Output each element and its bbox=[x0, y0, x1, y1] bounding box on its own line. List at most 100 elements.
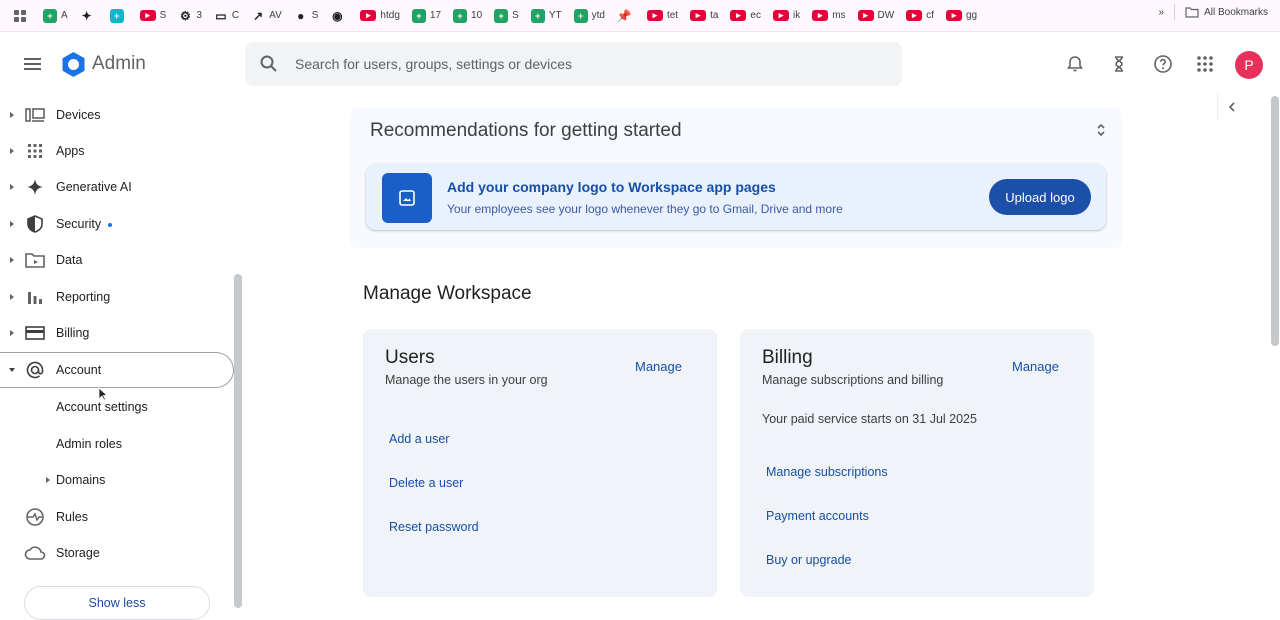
bookmark-item[interactable]: 📌 bbox=[612, 4, 640, 28]
youtube-icon: ▸ bbox=[690, 10, 707, 21]
bookmark-item[interactable]: ● S bbox=[289, 4, 324, 28]
bookmark-item[interactable]: ▸ ik bbox=[768, 4, 805, 28]
bookmarks-divider bbox=[1174, 4, 1176, 20]
sheets-icon: + bbox=[109, 8, 124, 23]
sidebar-item-rules[interactable]: Rules bbox=[0, 500, 234, 534]
status-dot-icon bbox=[108, 222, 113, 227]
sidebar-item-generative-ai[interactable]: Generative AI bbox=[0, 170, 234, 204]
sidebar-item-label: Reporting bbox=[56, 290, 111, 304]
sidebar-item-label: Apps bbox=[56, 144, 85, 158]
sidebar-item-billing[interactable]: Billing bbox=[0, 316, 234, 350]
github-icon: ◉ bbox=[332, 8, 343, 23]
pin-icon: 📌 bbox=[616, 8, 632, 23]
sidebar-item-account[interactable]: Account bbox=[0, 352, 234, 388]
bookmark-item[interactable]: ✦ bbox=[75, 4, 103, 28]
folder-icon bbox=[1185, 6, 1199, 18]
main-menu-icon[interactable] bbox=[20, 52, 46, 76]
youtube-icon: ▸ bbox=[139, 10, 156, 21]
bookmark-item[interactable]: ▸ cf bbox=[901, 4, 939, 28]
page-scrollbar[interactable] bbox=[1271, 96, 1279, 346]
sheets-icon: + bbox=[411, 8, 426, 23]
bookmark-item[interactable]: + ytd bbox=[569, 4, 610, 28]
sidebar-subitem-admin-roles[interactable]: Admin roles bbox=[56, 433, 122, 455]
buy-or-upgrade-link[interactable]: Buy or upgrade bbox=[766, 553, 851, 567]
brand-title[interactable]: Admin bbox=[92, 53, 146, 75]
sidebar-item-data[interactable]: Data bbox=[0, 243, 234, 277]
recommendation-subtext: Your employees see your logo whenever th… bbox=[447, 202, 843, 216]
google-apps-icon[interactable] bbox=[1193, 52, 1217, 76]
bookmark-item[interactable]: ▸ ta bbox=[685, 4, 723, 28]
bookmarks-bar: + A ✦ + ▸ S ⚙ 3 ▭ C ↗ AV ● S ◉ ▸ htdg +17 +10 +… bbox=[0, 0, 1280, 32]
billing-manage-link[interactable]: Manage bbox=[1012, 359, 1059, 374]
bookmark-item[interactable]: +17 bbox=[407, 4, 446, 28]
bookmark-item[interactable]: ▸ tet bbox=[642, 4, 683, 28]
bookmark-item[interactable]: +10 bbox=[448, 4, 487, 28]
bookmark-item[interactable]: + A bbox=[38, 4, 73, 28]
search-bar[interactable] bbox=[245, 42, 902, 86]
bookmark-item[interactable]: ▭ C bbox=[209, 4, 244, 28]
bookmark-item[interactable]: ↗ AV bbox=[246, 4, 287, 28]
bookmark-item[interactable]: ◉ bbox=[325, 4, 353, 28]
users-card: Users Manage the users in your org Manag… bbox=[363, 329, 717, 597]
reset-password-link[interactable]: Reset password bbox=[389, 520, 479, 534]
bookmark-item[interactable]: ▸ ec bbox=[725, 4, 766, 28]
admin-logo-icon[interactable] bbox=[60, 51, 87, 78]
caret-right-icon bbox=[8, 220, 16, 228]
hourglass-icon[interactable] bbox=[1107, 52, 1131, 76]
bookmark-apps[interactable] bbox=[8, 4, 36, 28]
sidebar-item-label: Generative AI bbox=[56, 180, 132, 194]
bookmark-item[interactable]: ▸ htdg bbox=[355, 4, 404, 28]
youtube-icon: ▸ bbox=[906, 10, 923, 21]
sidebar-item-label: Devices bbox=[56, 108, 101, 122]
bookmark-item[interactable]: ▸ ms bbox=[807, 4, 850, 28]
upload-logo-button[interactable]: Upload logo bbox=[989, 179, 1091, 215]
search-input[interactable] bbox=[295, 56, 855, 72]
delete-user-link[interactable]: Delete a user bbox=[389, 476, 463, 490]
sidebar-subitem-domains[interactable]: Domains bbox=[56, 469, 105, 491]
devices-icon bbox=[24, 104, 46, 126]
sidebar-item-apps[interactable]: Apps bbox=[0, 134, 234, 168]
mouse-cursor-icon bbox=[98, 387, 108, 401]
notifications-bell-icon[interactable] bbox=[1063, 52, 1087, 76]
bookmarks-right: » All Bookmarks bbox=[1159, 4, 1268, 20]
manage-workspace-title: Manage Workspace bbox=[363, 283, 532, 304]
chevron-left-icon[interactable] bbox=[1217, 93, 1245, 121]
sparkle-icon bbox=[24, 176, 46, 198]
users-manage-link[interactable]: Manage bbox=[635, 359, 682, 374]
bookmark-item[interactable]: + bbox=[105, 4, 133, 28]
expand-collapse-icon[interactable] bbox=[1094, 122, 1108, 138]
youtube-icon: ▸ bbox=[857, 10, 874, 21]
payment-accounts-link[interactable]: Payment accounts bbox=[766, 509, 869, 523]
image-icon bbox=[382, 173, 432, 223]
bookmark-item[interactable]: + YT bbox=[526, 4, 567, 28]
sidebar-item-devices[interactable]: Devices bbox=[0, 98, 234, 132]
sidebar: Devices Apps Generative AI Security Data… bbox=[0, 96, 244, 620]
help-icon[interactable] bbox=[1151, 52, 1175, 76]
sheets-icon: + bbox=[494, 8, 509, 23]
bookmark-item[interactable]: ⚙ 3 bbox=[173, 4, 207, 28]
shield-icon bbox=[24, 213, 46, 235]
sidebar-scrollbar[interactable] bbox=[234, 274, 242, 608]
bookmark-item[interactable]: ▸ S bbox=[135, 4, 172, 28]
show-less-button[interactable]: Show less bbox=[24, 586, 210, 620]
all-bookmarks-button[interactable]: All Bookmarks bbox=[1204, 7, 1268, 18]
cloud-icon bbox=[24, 542, 46, 564]
add-user-link[interactable]: Add a user bbox=[389, 432, 449, 446]
manage-subscriptions-link[interactable]: Manage subscriptions bbox=[766, 465, 888, 479]
caret-right-icon[interactable] bbox=[44, 476, 52, 484]
recommendations-title: Recommendations for getting started bbox=[370, 120, 682, 141]
youtube-icon: ▸ bbox=[646, 10, 663, 21]
bookmark-item[interactable]: ▸ DW bbox=[853, 4, 900, 28]
avatar[interactable]: P bbox=[1235, 51, 1263, 79]
caret-right-icon bbox=[8, 293, 16, 301]
rules-icon bbox=[24, 506, 46, 528]
youtube-icon: ▸ bbox=[946, 10, 962, 21]
sidebar-item-reporting[interactable]: Reporting bbox=[0, 280, 234, 314]
bookmark-item[interactable]: + S bbox=[489, 4, 524, 28]
recommendations-panel: Recommendations for getting started Add … bbox=[350, 108, 1122, 248]
bookmark-item[interactable]: ▸ gg bbox=[941, 4, 982, 28]
sidebar-item-storage[interactable]: Storage bbox=[0, 536, 234, 570]
bookmarks-overflow-button[interactable]: » bbox=[1159, 7, 1165, 18]
sidebar-item-label: Account bbox=[56, 363, 102, 377]
sidebar-item-security[interactable]: Security bbox=[0, 207, 234, 241]
